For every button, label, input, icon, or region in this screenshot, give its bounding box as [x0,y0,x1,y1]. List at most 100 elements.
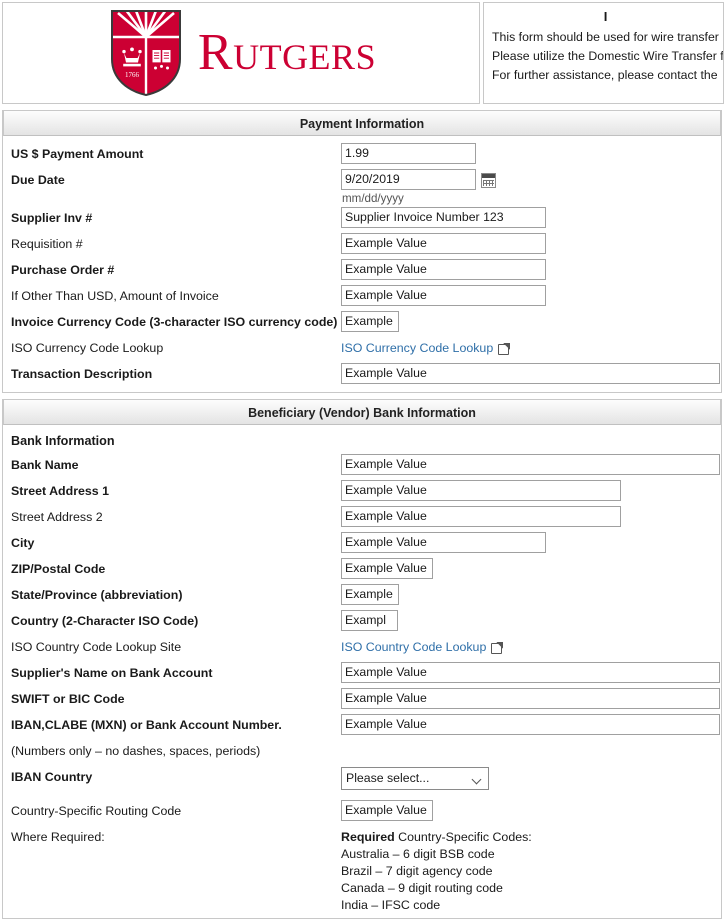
codes-line: Brazil – 7 digit agency code [341,864,493,878]
label-due-date: Due Date [11,173,65,187]
rutgers-wordmark: Rutgers [197,24,377,81]
row-payment-amount: US $ Payment Amount 1.99 [3,142,721,168]
bank-information-subheading: Bank Information [11,434,115,448]
row-requisition: Requisition # Example Value [3,232,721,258]
row-city: City Example Value [3,531,721,557]
instructions-title: I [603,9,608,24]
link-iso-country-code-lookup[interactable]: ISO Country Code Lookup [341,636,486,654]
label-iban-country: IBAN Country [11,770,93,784]
label-transaction-description: Transaction Description [11,367,153,381]
row-country-iso-code: Country (2-Character ISO Code) Exampl [3,609,721,635]
label-country-specific-routing-code: Country-Specific Routing Code [11,804,182,818]
label-currency-lookup: ISO Currency Code Lookup [11,341,164,355]
input-iban-account-number[interactable]: Example Value [341,714,720,735]
label-city: City [11,536,35,550]
bank-section-body: Bank Information Bank Name Example Value… [3,425,721,918]
input-street-address-1[interactable]: Example Value [341,480,621,501]
payment-information-section: Payment Information US $ Payment Amount … [2,110,722,393]
input-other-usd-amount[interactable]: Example Value [341,285,546,306]
input-payment-amount[interactable]: 1.99 [341,143,476,164]
row-iban-country: IBAN Country Please select... [3,765,721,791]
row-supplier-name-on-account: Supplier's Name on Bank Account Example … [3,661,721,687]
label-supplier-name-on-account: Supplier's Name on Bank Account [11,666,213,680]
input-due-date[interactable]: 9/20/2019 [341,169,476,190]
row-supplier-inv: Supplier Inv # Supplier Invoice Number 1… [3,206,721,232]
row-due-date: Due Date 9/20/2019 mm/dd/yyyy [3,168,721,206]
input-bank-name[interactable]: Example Value [341,454,720,475]
label-street-address-1: Street Address 1 [11,484,110,498]
row-country-specific-routing-code: Country-Specific Routing Code Example Va… [3,799,721,825]
rutgers-shield-icon: 1766 [110,10,181,97]
input-country-specific-routing-code[interactable]: Example Value [341,800,433,821]
input-transaction-description[interactable]: Example Value [341,363,720,384]
external-link-icon[interactable] [491,642,503,654]
codes-title-required: Required [341,830,395,844]
external-link-icon[interactable] [498,343,510,355]
label-supplier-inv: Supplier Inv # [11,211,93,225]
select-iban-country[interactable]: Please select... [341,767,489,790]
input-city[interactable]: Example Value [341,532,546,553]
label-payment-amount: US $ Payment Amount [11,147,144,161]
label-zip-postal-code: ZIP/Postal Code [11,562,106,576]
rutgers-logo: 1766 Rutgers [106,7,376,99]
label-iban-account-number: IBAN,CLABE (MXN) or Bank Account Number. [11,718,282,732]
row-purchase-order: Purchase Order # Example Value [3,258,721,284]
note-iban-numbers-only: (Numbers only – no dashes, spaces, perio… [11,744,261,758]
instructions-panel: I This form should be used for wire tran… [483,2,724,104]
codes-line: Canada – 9 digit routing code [341,881,503,895]
row-where-required: Where Required: Required Country-Specifi… [3,825,721,914]
input-swift-bic-code[interactable]: Example Value [341,688,720,709]
row-zip-postal-code: ZIP/Postal Code Example Value [3,557,721,583]
row-street-address-2: Street Address 2 Example Value [3,505,721,531]
row-state-province: State/Province (abbreviation) Example [3,583,721,609]
row-other-usd-amount: If Other Than USD, Amount of Invoice Exa… [3,284,721,310]
input-state-province[interactable]: Example [341,584,399,605]
row-invoice-currency-code: Invoice Currency Code (3-character ISO c… [3,310,721,336]
hint-due-date-format: mm/dd/yyyy [342,192,404,205]
instructions-line: Please utilize the Domestic Wire Transfe… [492,49,724,63]
bank-section-header: Beneficiary (Vendor) Bank Information [3,399,721,425]
instructions-text: This form should be used for wire transf… [492,28,723,85]
label-requisition: Requisition # [11,237,83,251]
row-currency-lookup: ISO Currency Code Lookup ISO Currency Co… [3,336,721,362]
svg-text:1766: 1766 [125,71,140,79]
input-supplier-inv[interactable]: Supplier Invoice Number 123 [341,207,546,228]
row-iban-note: (Numbers only – no dashes, spaces, perio… [3,739,721,765]
input-invoice-currency-code[interactable]: Example [341,311,399,332]
codes-title-rest: Country-Specific Codes: [394,830,532,844]
label-purchase-order: Purchase Order # [11,263,115,277]
label-country-lookup: ISO Country Code Lookup Site [11,640,182,654]
row-iban-account-number: IBAN,CLABE (MXN) or Bank Account Number.… [3,713,721,739]
input-purchase-order[interactable]: Example Value [341,259,546,280]
instructions-line: This form should be used for wire transf… [492,30,719,44]
input-requisition[interactable]: Example Value [341,233,546,254]
input-country-iso-code[interactable]: Exampl [341,610,398,631]
label-where-required: Where Required: [11,830,105,844]
input-supplier-name-on-account[interactable]: Example Value [341,662,720,683]
link-iso-currency-code-lookup[interactable]: ISO Currency Code Lookup [341,337,493,355]
row-transaction-description: Transaction Description Example Value [3,362,721,388]
required-country-codes-list: Required Country-Specific Codes: Austral… [341,826,532,914]
label-invoice-currency-code: Invoice Currency Code (3-character ISO c… [11,315,338,329]
payment-section-body: US $ Payment Amount 1.99 Due Date 9/20/2… [3,136,721,392]
label-other-usd-amount: If Other Than USD, Amount of Invoice [11,289,219,303]
label-street-address-2: Street Address 2 [11,510,103,524]
label-country-iso-code: Country (2-Character ISO Code) [11,614,199,628]
page-header: 1766 Rutgers I This form should be used … [0,0,724,104]
label-state-province: State/Province (abbreviation) [11,588,183,602]
row-country-lookup: ISO Country Code Lookup Site ISO Country… [3,635,721,661]
beneficiary-bank-information-section: Beneficiary (Vendor) Bank Information Ba… [2,399,722,919]
row-street-address-1: Street Address 1 Example Value [3,479,721,505]
calendar-icon[interactable] [481,173,496,188]
wire-transfer-form-page: 1766 Rutgers I This form should be used … [0,0,724,921]
codes-line: Australia – 6 digit BSB code [341,847,495,861]
input-street-address-2[interactable]: Example Value [341,506,621,527]
payment-section-header: Payment Information [3,110,721,136]
codes-title: Required Country-Specific Codes: [341,829,532,846]
input-zip-postal-code[interactable]: Example Value [341,558,433,579]
logo-panel: 1766 Rutgers [2,2,480,104]
label-swift-bic-code: SWIFT or BIC Code [11,692,125,706]
label-bank-name: Bank Name [11,458,79,472]
instructions-line: For further assistance, please contact t… [492,68,718,82]
